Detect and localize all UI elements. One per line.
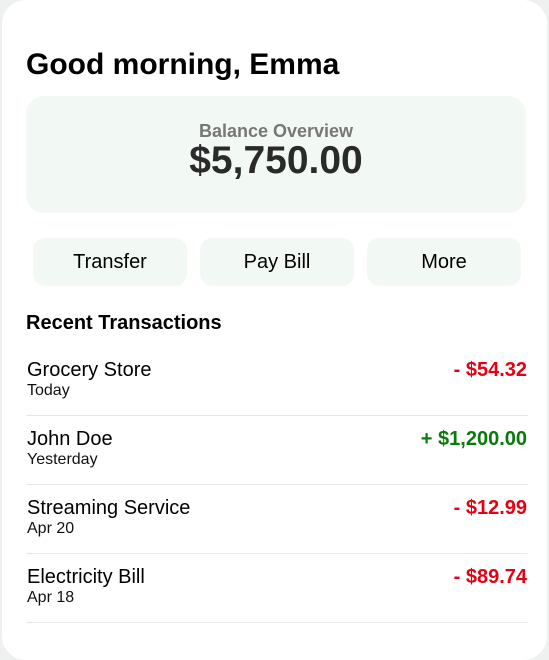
- transaction-amount: - $89.74: [453, 566, 527, 588]
- transaction-amount: + $1,200.00: [420, 428, 527, 450]
- transaction-row[interactable]: John Doe Yesterday + $1,200.00: [26, 416, 528, 485]
- balance-amount: $5,750.00: [189, 139, 363, 182]
- transaction-name: Grocery Store: [27, 359, 152, 381]
- transaction-row[interactable]: Streaming Service Apr 20 - $12.99: [26, 485, 528, 554]
- transaction-name: John Doe: [27, 428, 113, 450]
- transaction-amount: - $12.99: [453, 497, 527, 519]
- transaction-amount: - $54.32: [453, 359, 527, 381]
- pay-bill-button[interactable]: Pay Bill: [200, 238, 354, 286]
- quick-actions: Transfer Pay Bill More: [33, 238, 521, 286]
- transaction-date: Apr 20: [27, 520, 75, 537]
- transaction-date: Apr 18: [27, 589, 75, 606]
- transaction-row[interactable]: Electricity Bill Apr 18 - $89.74: [26, 554, 528, 623]
- transfer-button[interactable]: Transfer: [33, 238, 187, 286]
- transaction-row[interactable]: Grocery Store Today - $54.32: [26, 347, 528, 416]
- transaction-name: Electricity Bill: [27, 566, 145, 588]
- more-button[interactable]: More: [367, 238, 521, 286]
- balance-overview-card: Balance Overview $5,750.00: [26, 96, 526, 213]
- transaction-date: Yesterday: [27, 451, 98, 468]
- transaction-date: Today: [27, 382, 70, 399]
- recent-transactions-title: Recent Transactions: [26, 312, 222, 334]
- transaction-list: Grocery Store Today - $54.32 John Doe Ye…: [26, 347, 528, 623]
- greeting-heading: Good morning, Emma: [26, 48, 340, 81]
- dashboard-card: Good morning, Emma Balance Overview $5,7…: [2, 0, 547, 660]
- transaction-name: Streaming Service: [27, 497, 191, 519]
